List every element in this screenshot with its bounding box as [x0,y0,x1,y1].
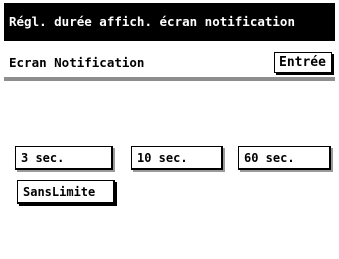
window-title: Régl. durée affich. écran notification [4,3,335,41]
option-10-sec-button[interactable]: 10 sec. [131,146,223,170]
option-3-sec-button[interactable]: 3 sec. [15,146,113,170]
section-label: Ecran Notification [9,55,145,70]
option-60-sec-button[interactable]: 60 sec. [238,146,331,170]
enter-button[interactable]: Entrée [274,52,332,73]
option-unlimited-button[interactable]: SansLimite [17,180,115,204]
notification-screen-panel: Régl. durée affich. écran notification E… [4,3,335,255]
